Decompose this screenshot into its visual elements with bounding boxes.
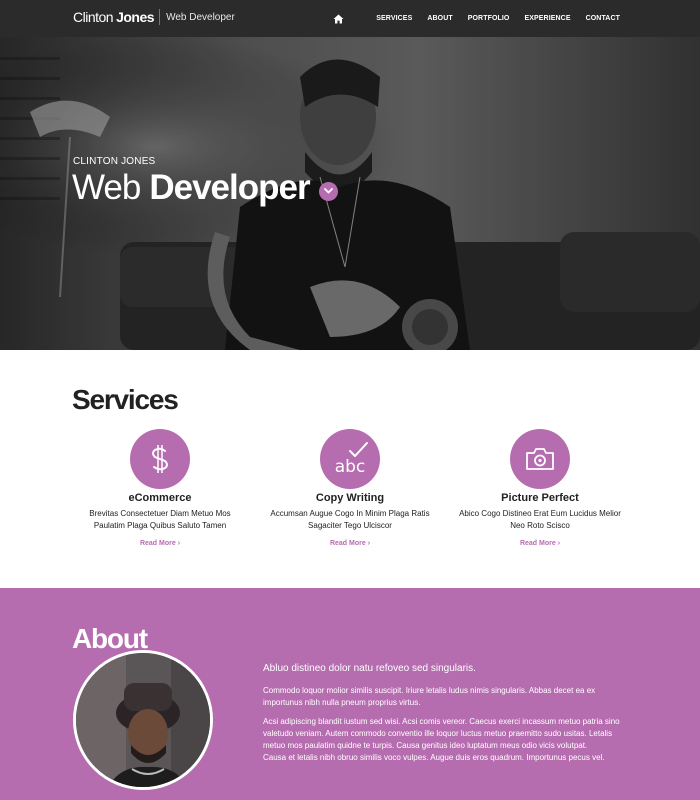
hero-section: CLINTON JONES Web Developer	[0, 37, 700, 350]
services-section: Services eCommerce Brevitas Consectetuer…	[0, 350, 700, 588]
brand-last-name: Jones	[116, 9, 155, 25]
service-description: Accumsan Augue Cogo In Minim Plaga Ratis…	[270, 509, 430, 530]
nav-link-experience[interactable]: EXPERIENCE	[524, 15, 570, 22]
about-paragraph-3-text: Causa et letalis nibh obruo similis voco…	[263, 753, 605, 762]
camera-icon	[510, 429, 570, 489]
about-portrait	[73, 650, 213, 790]
home-icon[interactable]	[329, 10, 347, 28]
hero-title-bold: Developer	[149, 168, 310, 207]
nav-link-contact[interactable]: CONTACT	[586, 15, 620, 22]
service-card-picture-perfect: Picture Perfect Abico Cogo Distineo Erat…	[450, 429, 630, 550]
abc-check-icon: abc	[320, 429, 380, 489]
hero-title: Web Developer	[72, 168, 338, 208]
about-section: About Abluo distineo dolor natu refoveo …	[0, 588, 700, 800]
about-paragraph-2: Acsi adipiscing blandit iustum sed wisi.…	[263, 716, 635, 764]
service-title: eCommerce	[128, 492, 192, 504]
service-card-copy-writing: abc Copy Writing Accumsan Augue Cogo In …	[260, 429, 440, 550]
read-more-link[interactable]: Read More ›	[330, 540, 370, 547]
brand-tagline: Web Developer	[166, 11, 235, 23]
service-card-ecommerce: eCommerce Brevitas Consectetuer Diam Met…	[70, 429, 250, 550]
about-paragraph-2-text: Acsi adipiscing blandit iustum sed wisi.…	[263, 717, 620, 750]
brand-first-name: Clinton	[73, 9, 114, 25]
service-title: Copy Writing	[315, 492, 385, 504]
about-lead: Abluo distineo dolor natu refoveo sed si…	[263, 663, 476, 674]
hero-title-light: Web	[72, 168, 141, 207]
service-description: Brevitas Consectetuer Diam Metuo Mos Pau…	[89, 509, 231, 530]
brand-divider	[159, 9, 161, 25]
chevron-down-icon[interactable]	[318, 181, 338, 201]
navbar: Clinton Jones Web Developer SERVICES ABO…	[0, 0, 700, 37]
read-more-link[interactable]: Read More ›	[520, 540, 560, 547]
dollar-icon	[130, 429, 190, 489]
nav-link-services[interactable]: SERVICES	[376, 15, 412, 22]
nav-link-about[interactable]: ABOUT	[427, 15, 452, 22]
svg-text:abc: abc	[335, 457, 366, 477]
about-paragraph-1: Commodo loquor molior similis suscipit. …	[263, 686, 596, 707]
service-title: Picture Perfect	[501, 492, 579, 504]
brand-logo[interactable]: Clinton Jones Web Developer	[73, 9, 235, 25]
nav-link-portfolio[interactable]: PORTFOLIO	[468, 15, 510, 22]
service-description: Abico Cogo Distineo Erat Eum Lucidus Mel…	[459, 509, 621, 530]
nav-menu: SERVICES ABOUT PORTFOLIO EXPERIENCE CONT…	[329, 0, 620, 37]
services-heading: Services	[72, 384, 179, 415]
hero-eyebrow: CLINTON JONES	[73, 156, 156, 167]
read-more-link[interactable]: Read More ›	[140, 540, 180, 547]
